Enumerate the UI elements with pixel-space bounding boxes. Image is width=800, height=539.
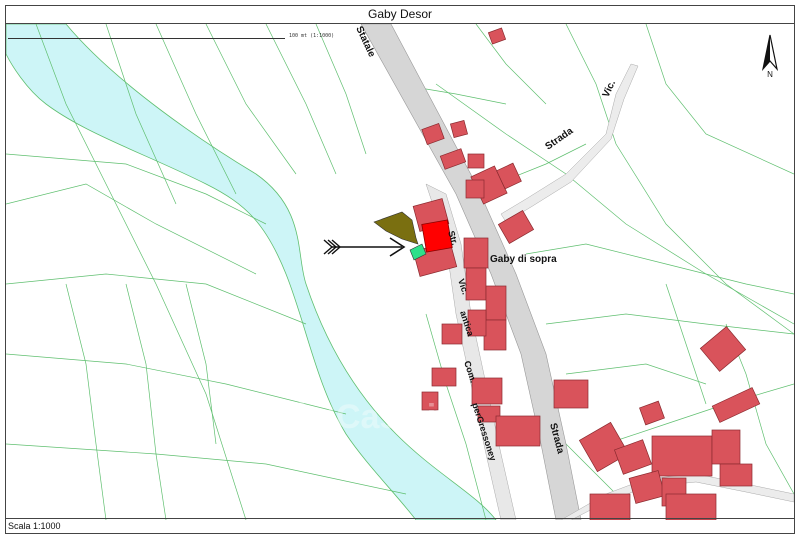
olive-parcel (373, 211, 419, 245)
location-arrow-icon (323, 237, 406, 257)
cadastral-map[interactable]: Casa.it Statale Strada Vic. Gaby di sopr… (6, 24, 794, 520)
label-strada-top: Strada (543, 125, 575, 152)
map-title: Gaby Desor (5, 5, 795, 24)
watermark: Casa.it (294, 396, 448, 436)
watermark-text: Casa.it (336, 398, 448, 436)
svg-text:N: N (767, 70, 773, 78)
label-gaby-di-sopra: Gaby di sopra (490, 254, 557, 265)
north-arrow-icon: N (755, 33, 785, 79)
scalebar-label: 100 mt (1:1000) (289, 33, 335, 39)
scale-footer: Scala 1:1000 (5, 518, 795, 534)
scalebar (8, 38, 285, 39)
